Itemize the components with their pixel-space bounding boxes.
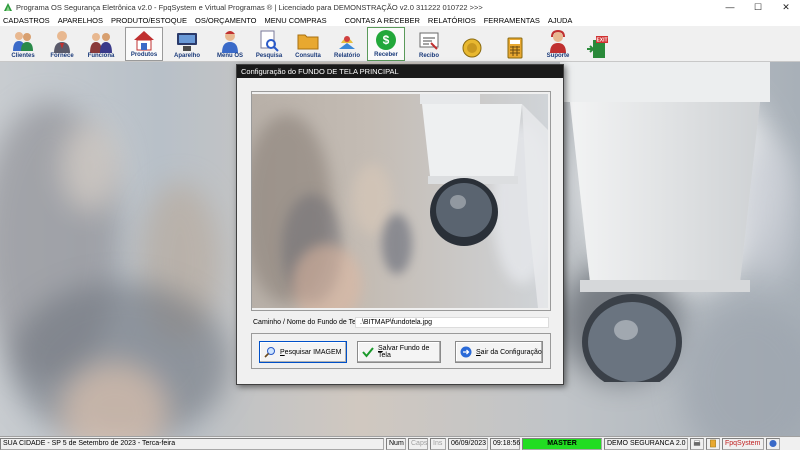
status-printer-button[interactable] [690,437,704,450]
path-label: Caminho / Nome do Fundo de Tela [253,319,362,326]
technician-icon [222,31,238,53]
menu-relatorios[interactable]: RELATÓRIOS [428,16,476,25]
pesquisa-button[interactable]: Pesquisa [250,27,288,61]
aparelho-button[interactable]: Aparelho [168,27,206,61]
preview-camera [420,94,548,308]
employees-icon [90,33,112,53]
relatorio-button[interactable]: Relatório [328,27,366,61]
menu-ajuda[interactable]: AJUDA [548,16,573,25]
support-agent-icon [550,29,566,53]
calculator-button[interactable] [496,27,534,61]
folder-icon [297,34,319,50]
status-company: DEMO SEGURANCA 2.0 [604,437,688,450]
receber-button[interactable]: $ Receber [367,27,405,61]
menu-os-button[interactable]: Menu OS [211,27,249,61]
security-camera-image [560,62,770,382]
consulta-button[interactable]: Consulta [289,27,327,61]
money-icon: $ [376,30,396,50]
background-preview-image [252,94,548,308]
save-background-button[interactable]: Salvar Fundo de Tela [357,341,441,363]
maximize-button[interactable]: ☐ [744,0,772,14]
arrow-right-circle-icon [460,346,472,358]
magnifier-icon [264,347,275,358]
coin-button[interactable] [453,27,491,61]
receipt-icon [419,32,439,50]
device-icon [177,33,197,51]
svg-text:$: $ [383,33,390,47]
path-input[interactable]: .\BITMAP\fundotela.jpg [355,317,549,328]
close-button[interactable]: ✕ [772,0,800,14]
status-insert: Ins [430,437,446,450]
background-config-dialog: Configuração do FUNDO DE TELA PRINCIPAL … [236,64,564,385]
exit-button[interactable]: EXIT [578,27,616,61]
checkmark-icon [362,347,374,358]
home-security-icon [134,31,154,51]
menu-bar: CADASTROS APARELHOS PRODUTO/ESTOQUE OS/O… [0,14,800,26]
status-bar: SUA CIDADE - SP 5 de Setembro de 2023 - … [0,436,800,450]
status-brand: FpqSystem [722,437,764,450]
app-icon [4,3,12,11]
exit-sign-text: EXIT [596,38,607,44]
coin-icon [462,38,482,58]
menu-os-orcamento[interactable]: OS/ORÇAMENTO [195,16,257,25]
supplier-icon [54,31,70,53]
recibo-button[interactable]: Recibo [410,27,448,61]
title-bar: Programa OS Segurança Eletrônica v2.0 - … [0,0,800,14]
menu-aparelhos[interactable]: APARELHOS [58,16,103,25]
search-document-icon [260,30,279,52]
clientes-button[interactable]: Clientes [4,27,42,61]
status-calc-button[interactable] [706,437,720,450]
menu-contas-receber[interactable]: CONTAS A RECEBER [345,16,420,25]
fornece-button[interactable]: Fornece [43,27,81,61]
brand-logo-icon [769,439,777,448]
status-user: MASTER [522,437,602,450]
menu-compras[interactable]: MENU COMPRAS [265,16,327,25]
dialog-title: Configuração do FUNDO DE TELA PRINCIPAL [237,65,563,78]
exit-config-button[interactable]: Sair da Configuração [455,341,543,363]
report-icon [339,36,355,49]
status-logo [766,437,780,450]
calculator-small-icon [710,439,716,448]
status-caps-lock: Caps [408,437,428,450]
status-num-lock: Num [386,437,406,450]
minimize-button[interactable]: — [716,0,744,14]
menu-produto-estoque[interactable]: PRODUTO/ESTOQUE [111,16,187,25]
printer-icon [693,440,701,446]
suporte-button[interactable]: Suporte [539,27,577,61]
menu-ferramentas[interactable]: FERRAMENTAS [484,16,540,25]
search-image-button[interactable]: Pesquisar IMAGEM [259,341,347,363]
menu-cadastros[interactable]: CADASTROS [3,16,50,25]
funciona-button[interactable]: Funciona [82,27,120,61]
people-icon [13,32,33,51]
calculator-icon [507,37,523,59]
status-city-date: SUA CIDADE - SP 5 de Setembro de 2023 - … [0,437,384,450]
status-date: 06/09/2023 [448,437,488,450]
toolbar: Clientes Fornece Funciona Produtos Apare… [0,26,800,62]
exit-door-icon: EXIT [587,36,608,58]
window-title: Programa OS Segurança Eletrônica v2.0 - … [16,2,483,12]
produtos-button[interactable]: Produtos [125,27,163,61]
status-time: 09:18:56 [490,437,520,450]
